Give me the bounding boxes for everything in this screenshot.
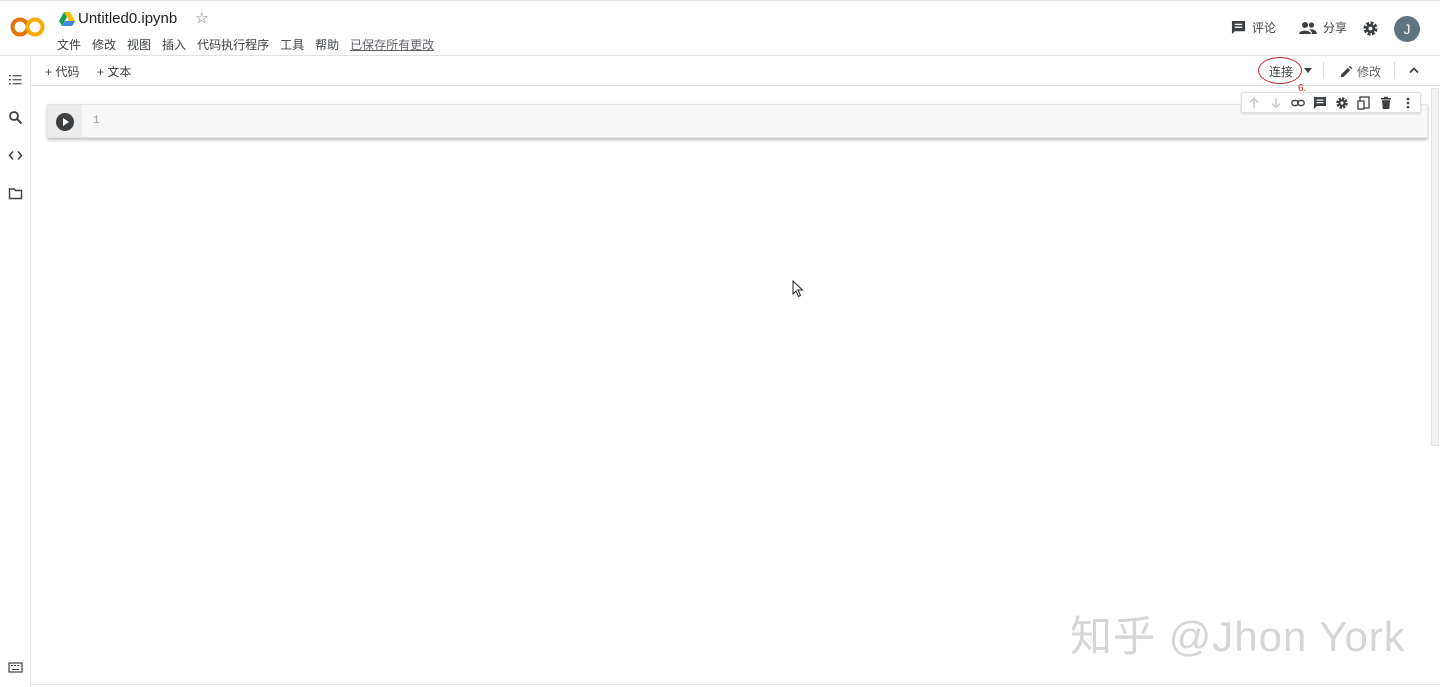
notebook-toolbar: + 代码 + 文本 连接 6. 修改 [31,56,1440,94]
share-label: 分享 [1323,21,1348,35]
notebook-title[interactable]: Untitled0.ipynb [78,10,177,27]
search-icon[interactable] [8,110,23,125]
menu-runtime[interactable]: 代码执行程序 [197,36,269,53]
bottom-divider [31,684,1440,685]
arrow-up-icon[interactable] [1247,96,1261,110]
arrow-down-icon[interactable] [1269,96,1283,110]
cell-settings-icon[interactable] [1335,96,1349,110]
folder-icon[interactable] [8,186,23,201]
cell-comment-icon[interactable] [1313,96,1327,110]
toc-icon[interactable] [8,72,23,87]
avatar[interactable]: J [1394,16,1420,42]
add-code-button[interactable]: + 代码 [45,63,79,80]
cell-toolbar [1241,92,1421,113]
code-cell[interactable]: 1 [47,104,1428,138]
saved-status[interactable]: 已保存所有更改 [350,36,434,53]
menu-view[interactable]: 视图 [127,36,151,53]
line-number: 1 [93,115,100,127]
people-icon [1299,21,1317,34]
edit-button[interactable]: 修改 [1340,63,1381,80]
code-icon[interactable] [8,148,23,163]
gear-icon[interactable] [1362,20,1379,37]
connect-button[interactable]: 连接 [1269,63,1293,80]
menu-insert[interactable]: 插入 [162,36,186,53]
connect-dropdown-icon[interactable] [1304,68,1312,73]
terminal-icon[interactable] [8,660,23,675]
menu-help[interactable]: 帮助 [315,36,339,53]
comment-button[interactable]: 评论 [1231,19,1276,36]
pencil-icon [1340,65,1353,78]
menu-file[interactable]: 文件 [57,36,81,53]
menu-bar: 文件 修改 视图 插入 代码执行程序 工具 帮助 已保存所有更改 [57,36,445,53]
mirror-cell-icon[interactable] [1357,96,1371,110]
cell-gutter [48,105,82,137]
drive-icon [59,12,75,26]
header: Untitled0.ipynb ☆ 文件 修改 视图 插入 代码执行程序 工具 … [0,0,1440,56]
colab-page: Untitled0.ipynb ☆ 文件 修改 视图 插入 代码执行程序 工具 … [0,0,1440,687]
delete-icon[interactable] [1379,96,1393,110]
toolbar-divider [1323,62,1324,79]
menu-edit[interactable]: 修改 [92,36,116,53]
left-sidebar [0,56,31,687]
play-icon[interactable] [56,113,74,131]
toolbar-divider [1394,62,1395,79]
scrollbar-thumb[interactable] [1431,88,1439,446]
colab-logo[interactable] [10,15,46,39]
edit-label: 修改 [1357,65,1382,79]
chevron-up-icon[interactable] [1408,65,1420,75]
mouse-cursor-icon [792,280,804,298]
comment-label: 评论 [1252,21,1277,35]
menu-tools[interactable]: 工具 [280,36,304,53]
add-text-button[interactable]: + 文本 [97,63,131,80]
star-icon[interactable]: ☆ [195,11,208,27]
more-vert-icon[interactable] [1401,96,1415,110]
share-button[interactable]: 分享 [1299,19,1347,36]
comment-icon [1231,20,1246,35]
link-icon[interactable] [1291,96,1305,110]
watermark: 知乎 @Jhon York [1070,613,1406,660]
